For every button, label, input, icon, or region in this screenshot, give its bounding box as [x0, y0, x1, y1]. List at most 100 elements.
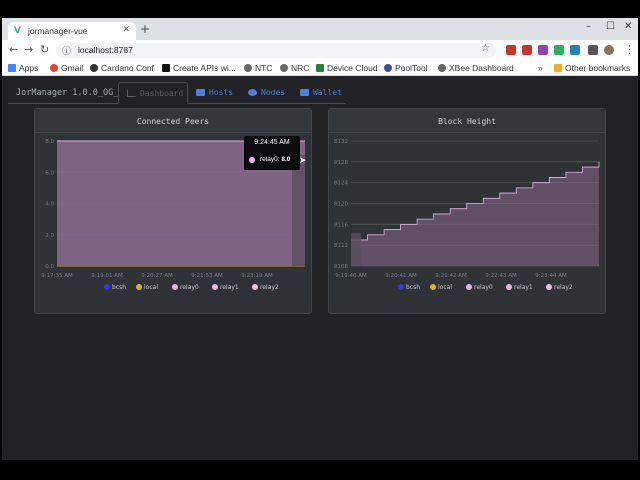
x-tick-label: 9:23:44 AM — [535, 273, 567, 279]
pooltool-icon — [384, 64, 392, 72]
legend-swatch-bcsh — [398, 284, 404, 290]
bookmark-item[interactable]: PoolTool — [384, 63, 428, 73]
bookmark-item[interactable]: Apps — [8, 63, 38, 73]
app-nav: JorManager 1.0.0_OG_3 Dashboard Hosts No… — [8, 82, 346, 104]
back-icon[interactable]: ← — [9, 43, 18, 56]
y-tick-label: 2.0 — [45, 233, 54, 239]
bookmark-item[interactable]: NRC — [280, 63, 309, 73]
tab-nodes[interactable]: Nodes — [248, 82, 285, 104]
reload-icon[interactable]: ↻ — [40, 43, 49, 56]
device-cloud-icon — [316, 64, 324, 72]
extension-icon[interactable] — [538, 45, 548, 55]
bookmark-item[interactable]: Create APIs wi... — [162, 63, 236, 73]
legend-label-bcsh: bcsh — [112, 284, 126, 291]
tooltip-series: relay0: — [260, 156, 280, 163]
legend-swatch-relay2 — [252, 284, 258, 290]
legend-label-local: local — [438, 284, 452, 291]
chart-icon — [127, 90, 136, 97]
chart-tooltip: 9:24:45 AM relay0: 8.0 — [244, 136, 300, 170]
browser-tab[interactable]: V jormanager-vue ✕ — [8, 22, 136, 40]
legend-swatch-bcsh — [104, 284, 110, 290]
x-tick-label: 9:19:46 AM — [335, 273, 367, 279]
y-tick-label: 8120 — [334, 202, 348, 208]
x-tick-label: 9:19:01 AM — [91, 273, 123, 279]
y-tick-label: 8.0 — [45, 139, 54, 145]
new-tab-button[interactable]: + — [140, 22, 150, 36]
y-tick-label: 8132 — [334, 139, 348, 145]
extension-icon[interactable] — [506, 45, 516, 55]
address-bar: ← → ↻ ⓘ localhost:8787 ☆ ⋮ — [2, 40, 638, 60]
cardano-icon — [90, 64, 98, 72]
folder-icon — [554, 64, 562, 72]
y-tick-label: 8108 — [334, 264, 348, 270]
x-tick-label: 9:17:35 AM — [41, 273, 73, 279]
x-tick-label: 9:20:27 AM — [141, 273, 173, 279]
bookmark-item[interactable]: NTC — [244, 63, 272, 73]
x-tick-label: 9:23:19 AM — [241, 273, 273, 279]
y-tick-label: 0.0 — [45, 264, 54, 270]
close-window-icon[interactable]: ✕ — [624, 21, 632, 32]
bookmark-item[interactable]: Device Cloud — [316, 63, 378, 73]
tab-hosts[interactable]: Hosts — [196, 82, 233, 104]
maximize-icon[interactable]: ☐ — [606, 21, 615, 32]
legend-label-local: local — [144, 284, 158, 291]
browser-window: V jormanager-vue ✕ + – ☐ ✕ ← → ↻ ⓘ local… — [2, 18, 638, 460]
extensions-puzzle-icon[interactable] — [588, 45, 598, 55]
bookmark-item[interactable]: Gmail — [50, 63, 83, 73]
hover-highlight — [292, 155, 305, 266]
tab-strip: V jormanager-vue ✕ + – ☐ ✕ — [2, 18, 638, 40]
tooltip-time: 9:24:45 AM — [254, 139, 290, 146]
globe-icon — [244, 64, 252, 72]
y-tick-label: 8112 — [334, 243, 348, 249]
hosts-icon — [196, 89, 205, 96]
extension-icon[interactable] — [570, 45, 580, 55]
legend-label-relay2: relay2 — [554, 284, 573, 291]
forward-icon[interactable]: → — [24, 43, 33, 56]
legend-swatch-relay0 — [466, 284, 472, 290]
x-tick-label: 9:20:41 AM — [385, 273, 417, 279]
mouse-cursor-icon: ➤ — [299, 156, 307, 166]
extension-icon[interactable] — [554, 45, 564, 55]
x-tick-label: 9:22:43 AM — [485, 273, 517, 279]
wallet-icon — [300, 89, 309, 96]
y-tick-label: 4.0 — [45, 202, 54, 208]
block-height-card: Block Height 8108 8112 8116 8120 8124 8128 813… — [328, 108, 606, 314]
menu-kebab-icon[interactable]: ⋮ — [624, 43, 635, 56]
app-content: JorManager 1.0.0_OG_3 Dashboard Hosts No… — [2, 76, 638, 460]
legend-swatch-relay1 — [506, 284, 512, 290]
series-color-swatch — [249, 157, 255, 163]
legend-label-relay1: relay1 — [220, 284, 239, 291]
extension-icon[interactable] — [522, 45, 532, 55]
legend-swatch-relay2 — [546, 284, 552, 290]
tab-dashboard[interactable]: Dashboard — [118, 82, 188, 104]
y-tick-label: 6.0 — [45, 170, 54, 176]
bookmark-star-icon[interactable]: ☆ — [481, 43, 490, 54]
bookmark-item[interactable]: XBee Dashboard — [438, 63, 514, 73]
minimize-icon[interactable]: – — [586, 21, 591, 32]
tooltip-value: 8.0 — [281, 156, 291, 163]
x-tick-label: 9:21:53 AM — [191, 273, 223, 279]
card-title: Block Height — [329, 109, 605, 133]
tab-wallet[interactable]: Wallet — [300, 82, 342, 104]
legend-swatch-relay0 — [172, 284, 178, 290]
bookmarks-bar: Apps Gmail Cardano Conf Create APIs wi..… — [2, 60, 638, 76]
url-field[interactable]: ⓘ localhost:8787 ☆ — [56, 43, 496, 58]
globe-icon — [438, 64, 446, 72]
close-tab-icon[interactable]: ✕ — [122, 25, 130, 35]
site-info-icon[interactable]: ⓘ — [62, 44, 71, 57]
tooltip-row: relay0: 8.0 — [260, 156, 290, 163]
y-tick-label: 8124 — [334, 181, 348, 187]
legend-label-bcsh: bcsh — [406, 284, 420, 291]
legend-label-relay2: relay2 — [260, 284, 279, 291]
apps-grid-icon — [8, 64, 16, 72]
y-tick-label: 8128 — [334, 160, 348, 166]
url-text: localhost:8787 — [78, 45, 133, 55]
legend-swatch-local — [136, 284, 142, 290]
legend-swatch-relay1 — [212, 284, 218, 290]
avatar[interactable] — [604, 45, 614, 55]
globe-icon — [280, 64, 288, 72]
more-bookmarks-button[interactable]: » — [538, 63, 543, 73]
block-height-chart: 8108 8112 8116 8120 8124 8128 8132 9:19:46 AM 9:… — [334, 139, 600, 291]
bookmark-item[interactable]: Cardano Conf — [90, 63, 154, 73]
other-bookmarks[interactable]: Other bookmarks — [554, 63, 630, 73]
